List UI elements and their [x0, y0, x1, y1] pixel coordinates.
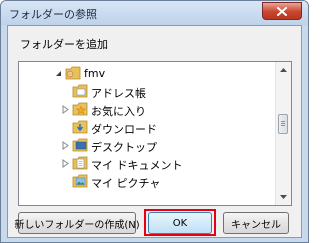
browse-folder-dialog: フォルダーの参照 フォルダーを追加 fmv アドレス帳 お気に入り ダウンロード…	[0, 0, 309, 243]
ok-button-highlight	[144, 209, 216, 236]
tree-item-favorites[interactable]: お気に入り	[19, 100, 277, 118]
desktop-folder-icon	[72, 138, 88, 152]
window-title: フォルダーの参照	[9, 8, 97, 21]
cancel-button[interactable]: キャンセル	[223, 212, 289, 234]
tree-item-desktop[interactable]: デスクトップ	[19, 136, 277, 154]
chevron-up-icon	[280, 68, 287, 72]
close-icon	[277, 6, 287, 16]
title-bar[interactable]: フォルダーの参照	[1, 1, 308, 25]
user-folder-icon	[65, 66, 81, 80]
instruction-label: フォルダーを追加	[20, 38, 108, 51]
tree-item-label: デスクトップ	[91, 141, 157, 154]
tree-item-my-documents[interactable]: マイ ドキュメント	[19, 154, 277, 172]
dialog-body: フォルダーを追加 fmv アドレス帳 お気に入り ダウンロード デスクトップ マ…	[7, 25, 302, 238]
collapsed-arrow-icon[interactable]	[61, 159, 70, 168]
vertical-scrollbar[interactable]	[275, 62, 291, 205]
address-book-folder-icon	[72, 84, 88, 98]
favorites-folder-icon	[72, 102, 88, 116]
tree-item-label: アドレス帳	[91, 87, 146, 100]
new-folder-button[interactable]: 新しいフォルダーの作成(N)	[14, 212, 140, 234]
scroll-up-button[interactable]	[276, 62, 291, 78]
tree-item-label: お気に入り	[91, 105, 146, 118]
collapsed-arrow-icon[interactable]	[61, 105, 70, 114]
tree-item-downloads[interactable]: ダウンロード	[19, 118, 277, 136]
pictures-folder-icon	[72, 174, 88, 188]
folder-tree[interactable]: fmv アドレス帳 お気に入り ダウンロード デスクトップ マイ ドキュメント …	[18, 61, 292, 206]
scroll-down-button[interactable]	[276, 189, 291, 205]
tree-item-my-pictures[interactable]: マイ ピクチャ	[19, 172, 277, 190]
close-button[interactable]	[262, 2, 302, 20]
chevron-down-icon	[280, 195, 287, 199]
tree-item-label: マイ ピクチャ	[91, 177, 161, 190]
downloads-folder-icon	[72, 120, 88, 134]
collapsed-arrow-icon[interactable]	[61, 141, 70, 150]
tree-item-label: fmv	[84, 67, 106, 80]
tree-item-fmv[interactable]: fmv	[19, 64, 277, 82]
scrollbar-thumb[interactable]	[278, 114, 288, 134]
tree-item-label: マイ ドキュメント	[91, 159, 183, 172]
tree-item-label: ダウンロード	[91, 123, 157, 136]
documents-folder-icon	[72, 156, 88, 170]
tree-item-address-book[interactable]: アドレス帳	[19, 82, 277, 100]
expanded-arrow-icon[interactable]	[54, 69, 63, 78]
